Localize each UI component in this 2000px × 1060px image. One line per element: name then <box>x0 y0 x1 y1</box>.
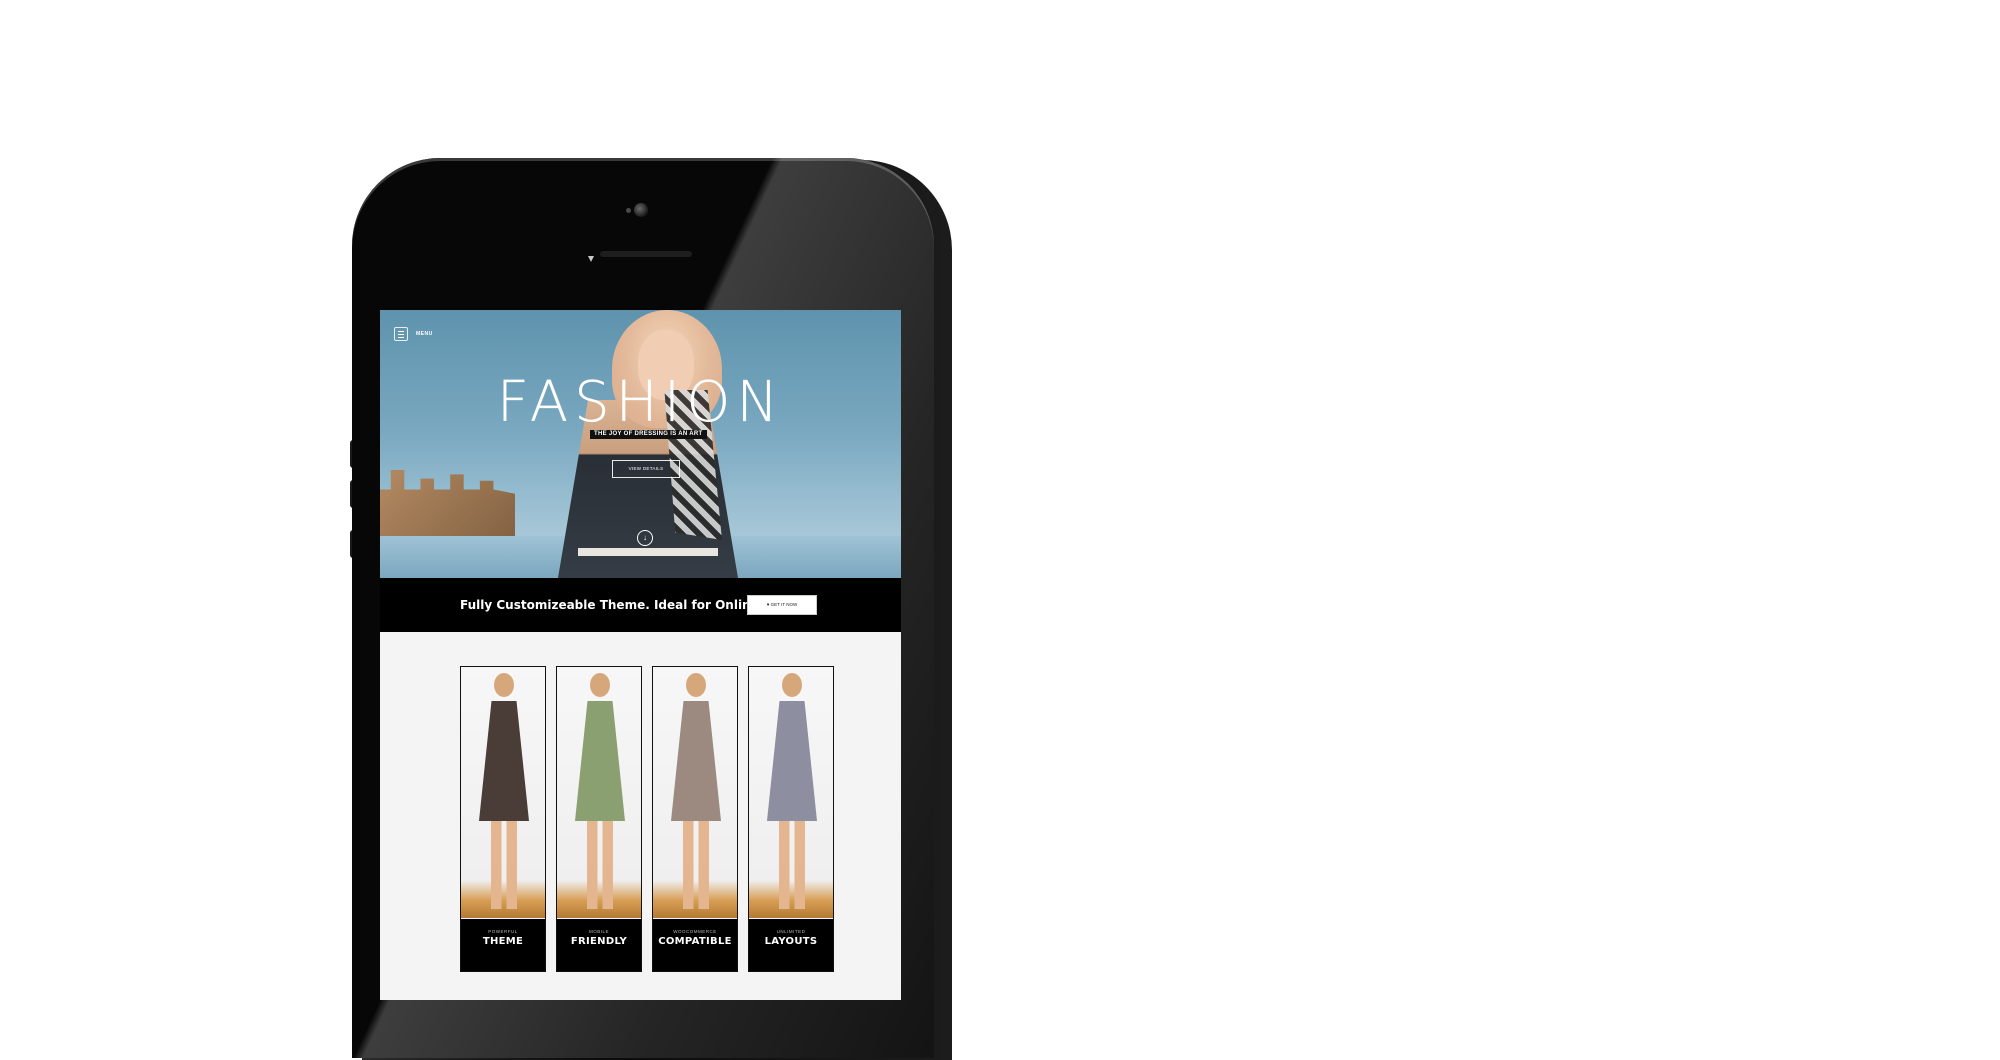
model-legs <box>491 821 517 909</box>
model-head <box>494 673 514 697</box>
model-head <box>590 673 610 697</box>
phone-screen: MENU FASHION THE JOY OF DRESSING IS AN A… <box>380 310 901 1000</box>
hero-banner: MENU FASHION THE JOY OF DRESSING IS AN A… <box>380 310 901 578</box>
feature-label-box: WOOCOMMERCE COMPATIBLE <box>653 919 737 971</box>
feature-cards: POWERFUL THEME MOBILE FRIENDLY WOOCOMMER… <box>460 666 834 972</box>
earpiece-speaker <box>600 251 692 257</box>
feature-label-box: POWERFUL THEME <box>461 919 545 971</box>
model-legs <box>683 821 709 909</box>
arrow-down-icon: ↓ <box>643 533 647 542</box>
feature-subtitle: UNLIMITED <box>776 929 806 934</box>
model-belt-image <box>578 548 718 556</box>
menu-toggle[interactable]: MENU <box>394 327 433 341</box>
model-head <box>782 673 802 697</box>
promo-bar: Fully Customizeable Theme. Ideal for Onl… <box>380 578 901 632</box>
scroll-down-button[interactable]: ↓ <box>637 530 653 546</box>
feature-subtitle: WOOCOMMERCE <box>673 929 717 934</box>
view-details-button[interactable]: VIEW DETAILS <box>612 460 680 478</box>
feature-title: COMPATIBLE <box>658 936 732 947</box>
hero-tagline: THE JOY OF DRESSING IS AN ART <box>590 430 707 439</box>
hamburger-icon <box>394 327 408 341</box>
feature-subtitle: POWERFUL <box>488 929 518 934</box>
feature-card-theme[interactable]: POWERFUL THEME <box>460 666 546 972</box>
feature-subtitle: MOBILE <box>588 929 609 934</box>
feature-card-friendly[interactable]: MOBILE FRIENDLY <box>556 666 642 972</box>
feature-title: LAYOUTS <box>764 936 818 947</box>
feature-title: FRIENDLY <box>570 936 628 947</box>
front-camera-icon <box>634 203 648 217</box>
proximity-sensor <box>626 208 631 213</box>
feature-card-layouts[interactable]: UNLIMITED LAYOUTS <box>748 666 834 972</box>
model-head <box>686 673 706 697</box>
model-legs <box>779 821 805 909</box>
get-it-now-button[interactable]: ♥ GET IT NOW <box>747 595 817 615</box>
feature-title: THEME <box>482 936 524 947</box>
hero-title: FASHION <box>496 370 785 435</box>
feature-label-box: UNLIMITED LAYOUTS <box>749 919 833 971</box>
feature-card-compatible[interactable]: WOOCOMMERCE COMPATIBLE <box>652 666 738 972</box>
model-legs <box>587 821 613 909</box>
menu-label: MENU <box>416 331 433 337</box>
feature-label-box: MOBILE FRIENDLY <box>557 919 641 971</box>
